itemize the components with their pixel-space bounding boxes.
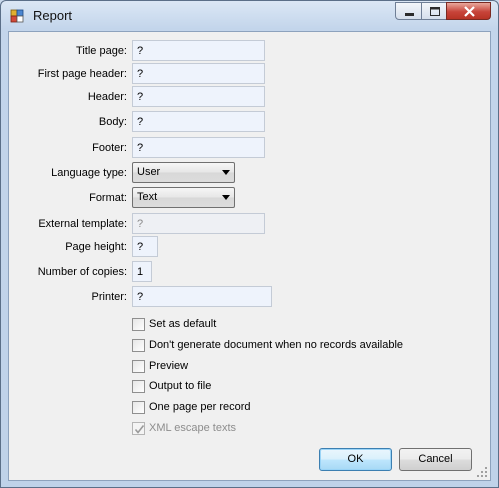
checkbox-box[interactable] (132, 380, 145, 393)
page-height-label: Page height: (65, 241, 127, 253)
page-height-input[interactable] (132, 236, 158, 257)
title-page-input[interactable] (132, 40, 265, 61)
header-input[interactable] (132, 86, 265, 107)
language-type-label: Language type: (51, 167, 127, 179)
output-to-file-label: Output to file (149, 380, 212, 392)
number-of-copies-label: Number of copies: (37, 266, 127, 278)
title-bar[interactable]: Report (1, 1, 498, 31)
window-title: Report (33, 8, 73, 23)
title-page-label: Title page: (76, 45, 127, 57)
body-label: Body: (98, 116, 127, 128)
chevron-down-icon (222, 170, 230, 175)
format-select[interactable]: Text (132, 187, 235, 208)
checkbox-box (132, 422, 145, 435)
language-type-select[interactable]: User (132, 162, 235, 183)
printer-label: Printer: (91, 291, 127, 303)
format-label: Format: (89, 192, 127, 204)
no-records-label: Don't generate document when no records … (149, 339, 404, 351)
checkbox-box[interactable] (132, 339, 145, 352)
checkbox-box[interactable] (132, 318, 145, 331)
minimize-button[interactable] (395, 2, 422, 20)
footer-label: Footer: (92, 142, 127, 154)
number-of-copies-input[interactable] (132, 261, 152, 282)
checkmark-icon (134, 425, 145, 434)
close-icon (464, 6, 475, 17)
header-label: Header: (87, 91, 127, 103)
external-template-label: External template: (38, 218, 127, 230)
cancel-button[interactable]: Cancel (399, 448, 472, 471)
first-page-header-input[interactable] (132, 63, 265, 84)
resize-grip-icon[interactable] (477, 467, 488, 478)
report-dialog: Report Title page: First page header: He… (0, 0, 499, 488)
printer-input[interactable] (132, 286, 272, 307)
maximize-icon (430, 7, 440, 16)
dialog-client-area: Title page: First page header: Header: B… (8, 31, 491, 481)
body-input[interactable] (132, 111, 265, 132)
footer-input[interactable] (132, 137, 265, 158)
maximize-button[interactable] (421, 2, 447, 20)
format-value: Text (137, 191, 158, 203)
checkbox-box[interactable] (132, 360, 145, 373)
set-as-default-label: Set as default (149, 318, 217, 330)
xml-escape-label: XML escape texts (149, 422, 237, 434)
external-template-input[interactable] (132, 213, 265, 234)
chevron-down-icon (222, 195, 230, 200)
ok-button[interactable]: OK (319, 448, 392, 471)
preview-label: Preview (149, 360, 189, 372)
first-page-header-label: First page header: (37, 68, 127, 80)
language-type-value: User (137, 166, 161, 178)
report-app-icon (10, 9, 24, 23)
minimize-icon (405, 13, 414, 16)
close-button[interactable] (446, 2, 491, 20)
one-page-per-record-label: One page per record (149, 401, 251, 413)
checkbox-box[interactable] (132, 401, 145, 414)
